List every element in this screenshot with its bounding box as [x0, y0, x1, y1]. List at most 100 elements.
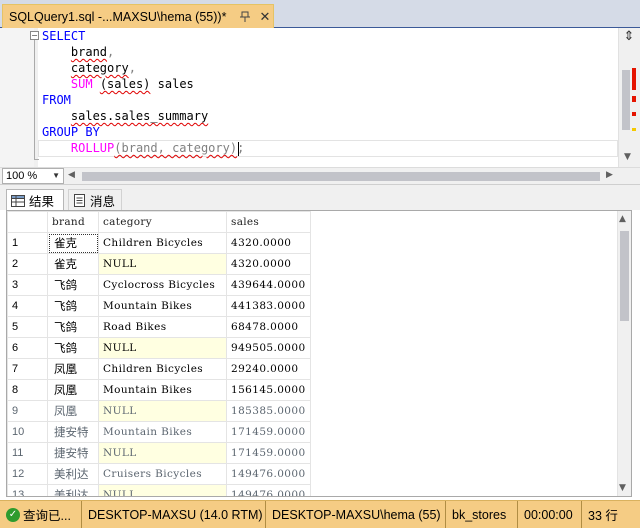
- column-category: category: [70, 61, 129, 75]
- cell-brand[interactable]: 飞鸽: [47, 295, 99, 317]
- cell-sales[interactable]: 171459.0000: [226, 442, 311, 464]
- cell-brand[interactable]: 凤凰: [47, 379, 99, 401]
- cell-category[interactable]: Road Bikes: [98, 316, 227, 338]
- cell-category[interactable]: NULL: [98, 337, 227, 359]
- column-header-category[interactable]: category: [98, 211, 227, 233]
- editor-scroll-thumb[interactable]: [622, 70, 630, 130]
- tab-results[interactable]: 结果: [6, 189, 64, 211]
- grid-scroll-thumb[interactable]: [620, 231, 629, 321]
- cell-sales[interactable]: 949505.0000: [226, 337, 311, 359]
- table-row[interactable]: 12 美利达 Cruisers Bicycles 149476.0000: [7, 463, 311, 485]
- cell-sales[interactable]: 149476.0000: [226, 484, 311, 496]
- row-number[interactable]: 1: [7, 232, 48, 254]
- scroll-right-icon[interactable]: ▶: [606, 170, 613, 180]
- pin-icon[interactable]: [237, 9, 253, 25]
- close-icon[interactable]: ✕: [257, 9, 273, 25]
- row-number[interactable]: 8: [7, 379, 48, 401]
- table-row[interactable]: 2 雀克 NULL 4320.0000: [7, 253, 311, 275]
- collapse-icon[interactable]: −: [30, 31, 39, 40]
- table-row[interactable]: 3 飞鸽 Cyclocross Bicycles 439644.0000: [7, 274, 311, 296]
- scroll-down-icon[interactable]: ▼: [624, 152, 631, 162]
- cell-brand[interactable]: 捷安特: [47, 421, 99, 443]
- cell-category[interactable]: NULL: [98, 253, 227, 275]
- scroll-up-icon[interactable]: ▲: [619, 214, 626, 224]
- cell-category[interactable]: NULL: [98, 400, 227, 422]
- query-editor[interactable]: − SELECT brand, category, SUM (sales) sa…: [0, 28, 640, 167]
- cell-brand[interactable]: 飞鸽: [47, 316, 99, 338]
- cell-sales[interactable]: 4320.0000: [226, 232, 311, 254]
- status-query-state: ✓ 查询已...: [0, 500, 82, 528]
- code-line-7: GROUP BY: [42, 124, 100, 140]
- cell-sales[interactable]: 68478.0000: [226, 316, 311, 338]
- row-number[interactable]: 2: [7, 253, 48, 275]
- code-line-5: FROM: [42, 92, 71, 108]
- table-row[interactable]: 9 凤凰 NULL 185385.0000: [7, 400, 311, 422]
- cell-category[interactable]: NULL: [98, 442, 227, 464]
- row-number-header[interactable]: [7, 211, 48, 233]
- tab-messages[interactable]: 消息: [68, 189, 122, 211]
- table-row[interactable]: 6 飞鸽 NULL 949505.0000: [7, 337, 311, 359]
- table-row[interactable]: 10 捷安特 Mountain Bikes 171459.0000: [7, 421, 311, 443]
- table-row[interactable]: 1 雀克 Children Bicycles 4320.0000: [7, 232, 311, 254]
- sql-code[interactable]: SELECT brand, category, SUM (sales) sale…: [42, 28, 618, 167]
- row-number[interactable]: 3: [7, 274, 48, 296]
- cell-brand[interactable]: 捷安特: [47, 442, 99, 464]
- cell-category[interactable]: Mountain Bikes: [98, 379, 227, 401]
- cell-sales[interactable]: 185385.0000: [226, 400, 311, 422]
- table-row[interactable]: 13 美利达 NULL 149476.0000: [7, 484, 311, 496]
- row-number[interactable]: 10: [7, 421, 48, 443]
- cell-category[interactable]: Mountain Bikes: [98, 295, 227, 317]
- zoom-select[interactable]: 100 % ▼: [2, 168, 64, 184]
- query-tab-title: SQLQuery1.sql -...MAXSU\hema (55))*: [9, 9, 227, 24]
- row-number[interactable]: 4: [7, 295, 48, 317]
- column-header-sales[interactable]: sales: [226, 211, 311, 233]
- cell-category[interactable]: Mountain Bikes: [98, 421, 227, 443]
- table-row[interactable]: 5 飞鸽 Road Bikes 68478.0000: [7, 316, 311, 338]
- table-row[interactable]: 11 捷安特 NULL 171459.0000: [7, 442, 311, 464]
- scroll-down-icon[interactable]: ▼: [619, 483, 626, 493]
- table-row[interactable]: 8 凤凰 Mountain Bikes 156145.0000: [7, 379, 311, 401]
- keyword-from: FROM: [42, 93, 71, 107]
- cell-brand[interactable]: 凤凰: [47, 400, 99, 422]
- horizontal-scroll-thumb[interactable]: [82, 172, 600, 181]
- cell-category[interactable]: Cyclocross Bicycles: [98, 274, 227, 296]
- status-database-text: bk_stores: [452, 507, 507, 522]
- row-number[interactable]: 7: [7, 358, 48, 380]
- scroll-left-icon[interactable]: ◀: [68, 170, 75, 180]
- cell-brand[interactable]: 凤凰: [47, 358, 99, 380]
- cell-brand[interactable]: 雀克: [47, 253, 99, 275]
- results-grid[interactable]: brand category sales 1 雀克 Children Bicycle…: [6, 210, 632, 497]
- query-tab[interactable]: SQLQuery1.sql -...MAXSU\hema (55))* ✕: [2, 4, 274, 28]
- cell-sales[interactable]: 439644.0000: [226, 274, 311, 296]
- split-editor-icon[interactable]: ⇕: [622, 30, 636, 44]
- cell-sales[interactable]: 171459.0000: [226, 421, 311, 443]
- row-number[interactable]: 9: [7, 400, 48, 422]
- row-number[interactable]: 6: [7, 337, 48, 359]
- cell-brand[interactable]: 美利达: [47, 484, 99, 496]
- cell-category[interactable]: NULL: [98, 484, 227, 496]
- cell-sales[interactable]: 29240.0000: [226, 358, 311, 380]
- cell-category[interactable]: Cruisers Bicycles: [98, 463, 227, 485]
- row-number[interactable]: 13: [7, 484, 48, 496]
- document-tab-strip: SQLQuery1.sql -...MAXSU\hema (55))* ✕: [0, 0, 640, 28]
- table-row[interactable]: 4 飞鸽 Mountain Bikes 441383.0000: [7, 295, 311, 317]
- cell-brand[interactable]: 雀克: [47, 232, 99, 254]
- cell-category[interactable]: Children Bicycles: [98, 358, 227, 380]
- cell-brand[interactable]: 美利达: [47, 463, 99, 485]
- cell-category[interactable]: Children Bicycles: [98, 232, 227, 254]
- cell-sales[interactable]: 156145.0000: [226, 379, 311, 401]
- row-number[interactable]: 12: [7, 463, 48, 485]
- cell-sales[interactable]: 149476.0000: [226, 463, 311, 485]
- cell-brand[interactable]: 飞鸽: [47, 274, 99, 296]
- error-marker-icon: [632, 96, 636, 102]
- chevron-down-icon: ▼: [52, 171, 60, 180]
- cell-sales[interactable]: 4320.0000: [226, 253, 311, 275]
- table-row[interactable]: 7 凤凰 Children Bicycles 29240.0000: [7, 358, 311, 380]
- zoom-bar: 100 % ▼ ◀ ▶: [0, 167, 640, 184]
- row-number[interactable]: 11: [7, 442, 48, 464]
- cell-sales[interactable]: 441383.0000: [226, 295, 311, 317]
- cell-brand[interactable]: 飞鸽: [47, 337, 99, 359]
- comma: ,: [107, 45, 115, 59]
- row-number[interactable]: 5: [7, 316, 48, 338]
- column-header-brand[interactable]: brand: [47, 211, 99, 233]
